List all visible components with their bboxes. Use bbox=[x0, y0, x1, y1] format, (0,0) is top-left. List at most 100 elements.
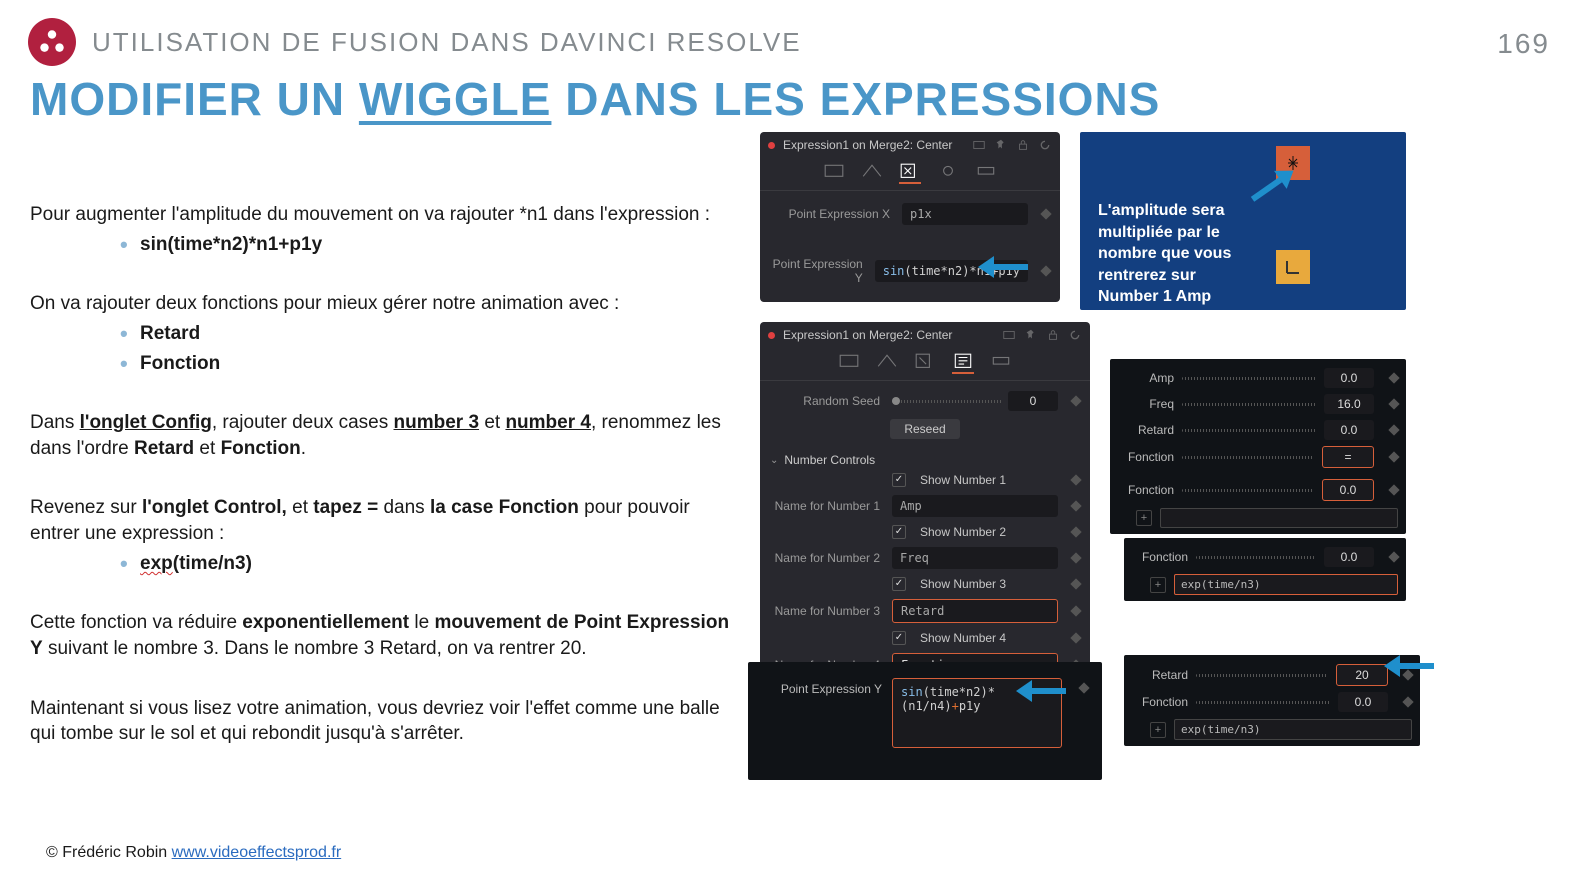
plus-icon[interactable]: + bbox=[1150, 577, 1166, 593]
tab-1-icon[interactable] bbox=[838, 352, 860, 370]
tab-1-icon[interactable] bbox=[823, 162, 845, 180]
plus-icon[interactable]: + bbox=[1136, 510, 1152, 526]
bullet-retard: Retard bbox=[30, 321, 740, 347]
keyframe-diamond-icon[interactable] bbox=[1388, 398, 1399, 409]
bullet-expr-1: sin(time*n2)*n1+p1y bbox=[30, 232, 740, 258]
pin-icon[interactable] bbox=[994, 138, 1008, 152]
lock-icon[interactable] bbox=[1016, 138, 1030, 152]
tab-row bbox=[760, 348, 1090, 381]
keyframe-diamond-icon[interactable] bbox=[1070, 474, 1081, 485]
keyframe-diamond-icon[interactable] bbox=[1070, 605, 1081, 616]
fonction-value[interactable]: 0.0 bbox=[1322, 479, 1374, 501]
pin-icon[interactable] bbox=[1024, 328, 1038, 342]
arrow-icon bbox=[1246, 162, 1300, 209]
tab-5-icon[interactable] bbox=[975, 162, 997, 180]
show-number-1-label: Show Number 1 bbox=[920, 473, 1006, 487]
lock-icon[interactable] bbox=[1046, 328, 1060, 342]
keyframe-diamond-icon[interactable] bbox=[1388, 451, 1399, 462]
show-number-2-checkbox[interactable] bbox=[892, 525, 906, 539]
name-for-number-3-label: Name for Number 3 bbox=[770, 604, 886, 618]
keyframe-diamond-icon[interactable] bbox=[1388, 484, 1399, 495]
controls-panel-b: Fonction 0.0 + bbox=[1110, 470, 1406, 534]
keyframe-diamond-icon[interactable] bbox=[1078, 682, 1089, 693]
bullet-expr-2: exp(time/n3) bbox=[30, 551, 740, 577]
fonction-value[interactable]: 0.0 bbox=[1338, 692, 1388, 712]
retard-slider[interactable] bbox=[1182, 429, 1316, 432]
reset-icon[interactable] bbox=[1038, 138, 1052, 152]
freq-value[interactable]: 16.0 bbox=[1324, 394, 1374, 414]
tab-2-icon[interactable] bbox=[876, 352, 898, 370]
fonction-slider[interactable] bbox=[1182, 456, 1314, 459]
point-expr-x-field[interactable]: p1x bbox=[902, 203, 1028, 225]
tab-3-icon[interactable] bbox=[899, 162, 921, 184]
controls-panel-c: Fonction 0.0 + exp(time/n3) bbox=[1124, 538, 1406, 601]
fonction-slider[interactable] bbox=[1196, 556, 1316, 559]
fonction-value[interactable]: = bbox=[1322, 446, 1374, 468]
amp-value[interactable]: 0.0 bbox=[1324, 368, 1374, 388]
keyframe-diamond-icon[interactable] bbox=[1070, 526, 1081, 537]
text-column: Pour augmenter l'amplitude du mouvement … bbox=[30, 126, 740, 751]
inspector-panel-2: Expression1 on Merge2: Center Random See… bbox=[760, 322, 1090, 687]
tab-4-icon[interactable] bbox=[937, 162, 959, 180]
fonction-label: Fonction bbox=[1118, 483, 1174, 497]
annotation-amplitude: L'amplitude sera multipliée par le nombr… bbox=[1080, 132, 1406, 310]
name-for-number-3-field[interactable]: Retard bbox=[892, 599, 1058, 623]
keyframe-diamond-icon[interactable] bbox=[1040, 265, 1051, 276]
retard-value-20[interactable]: 20 bbox=[1336, 664, 1388, 686]
fonction-slider[interactable] bbox=[1196, 701, 1330, 704]
arrow-icon bbox=[1384, 655, 1434, 677]
point-expr-y-label: Point Expression Y bbox=[762, 678, 882, 696]
tab-4-icon[interactable] bbox=[952, 352, 974, 374]
page-number: 169 bbox=[1497, 28, 1550, 60]
footer-link[interactable]: www.videoeffectsprod.fr bbox=[172, 844, 342, 861]
keyframe-diamond-icon[interactable] bbox=[1388, 424, 1399, 435]
random-seed-slider[interactable] bbox=[892, 400, 1002, 403]
breadcrumb: UTILISATION DE FUSION DANS DAVINCI RESOL… bbox=[92, 27, 802, 58]
keyframe-diamond-icon[interactable] bbox=[1388, 372, 1399, 383]
expr-field[interactable]: exp(time/n3) bbox=[1174, 574, 1398, 595]
expr-field[interactable]: exp(time/n3) bbox=[1174, 719, 1412, 740]
retard-label: Retard bbox=[1118, 423, 1174, 437]
keyframe-diamond-icon[interactable] bbox=[1402, 696, 1413, 707]
name-for-number-1-field[interactable]: Amp bbox=[892, 495, 1058, 517]
freq-slider[interactable] bbox=[1182, 403, 1316, 406]
amp-label: Amp bbox=[1118, 371, 1174, 385]
freq-label: Freq bbox=[1118, 397, 1174, 411]
davinci-logo bbox=[28, 18, 76, 66]
versions-icon[interactable] bbox=[1002, 328, 1016, 342]
versions-icon[interactable] bbox=[972, 138, 986, 152]
keyframe-diamond-icon[interactable] bbox=[1070, 395, 1081, 406]
show-number-3-checkbox[interactable] bbox=[892, 577, 906, 591]
para-2: On va rajouter deux fonctions pour mieux… bbox=[30, 291, 740, 317]
amp-slider[interactable] bbox=[1182, 377, 1316, 380]
show-number-1-checkbox[interactable] bbox=[892, 473, 906, 487]
reseed-button[interactable]: Reseed bbox=[890, 419, 959, 439]
number-controls-section[interactable]: ⌄ Number Controls bbox=[760, 447, 1090, 469]
footer: © Frédéric Robin www.videoeffectsprod.fr bbox=[46, 844, 341, 862]
panel-title: Expression1 on Merge2: Center bbox=[783, 138, 952, 152]
show-number-4-checkbox[interactable] bbox=[892, 631, 906, 645]
random-seed-value[interactable]: 0 bbox=[1008, 391, 1058, 411]
name-for-number-2-field[interactable]: Freq bbox=[892, 547, 1058, 569]
retard-value[interactable]: 0.0 bbox=[1324, 420, 1374, 440]
annotation-text: L'amplitude sera multipliée par le nombr… bbox=[1098, 200, 1258, 308]
expr-field-empty[interactable] bbox=[1160, 508, 1398, 528]
tab-3-icon[interactable] bbox=[914, 352, 936, 370]
keyframe-diamond-icon[interactable] bbox=[1070, 578, 1081, 589]
fonction-value[interactable]: 0.0 bbox=[1324, 547, 1374, 567]
tab-2-icon[interactable] bbox=[861, 162, 883, 180]
fonction-label: Fonction bbox=[1132, 550, 1188, 564]
fonction-slider[interactable] bbox=[1182, 489, 1314, 492]
node-yellow-icon bbox=[1276, 250, 1310, 284]
reset-icon[interactable] bbox=[1068, 328, 1082, 342]
para-3: Dans l'onglet Config, rajouter deux case… bbox=[30, 410, 740, 461]
keyframe-diamond-icon[interactable] bbox=[1040, 208, 1051, 219]
tab-5-icon[interactable] bbox=[990, 352, 1012, 370]
plus-icon[interactable]: + bbox=[1150, 722, 1166, 738]
retard-slider[interactable] bbox=[1196, 674, 1328, 677]
keyframe-diamond-icon[interactable] bbox=[1070, 552, 1081, 563]
keyframe-diamond-icon[interactable] bbox=[1070, 500, 1081, 511]
keyframe-diamond-icon[interactable] bbox=[1070, 632, 1081, 643]
fonction-label: Fonction bbox=[1132, 695, 1188, 709]
keyframe-diamond-icon[interactable] bbox=[1388, 551, 1399, 562]
